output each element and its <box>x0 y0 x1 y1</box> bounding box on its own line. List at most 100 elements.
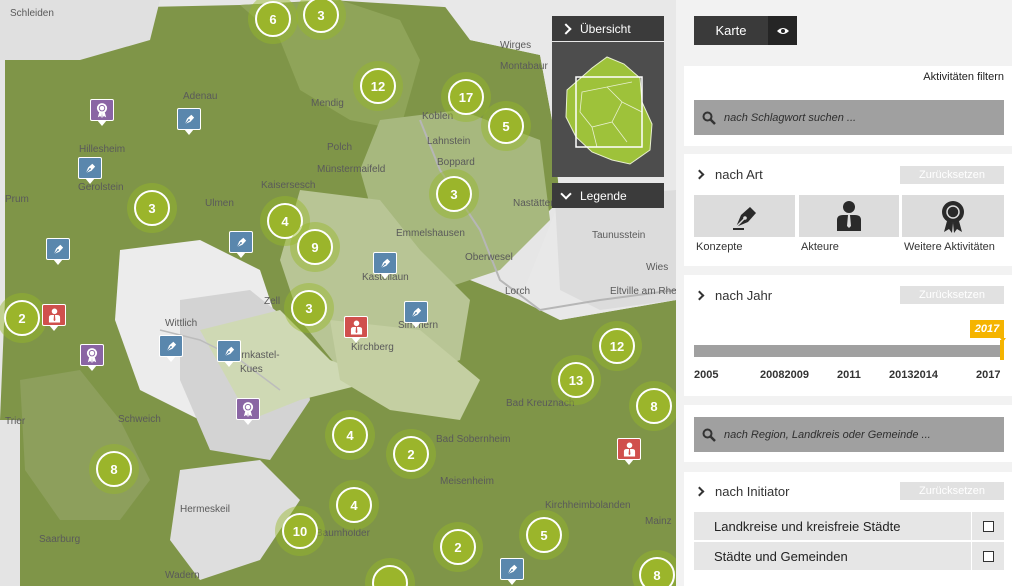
cluster-count: 17 <box>448 79 484 115</box>
marker-tip <box>49 325 59 331</box>
activity-marker-m10[interactable] <box>80 344 104 372</box>
place-label-schweich: Schweich <box>118 414 161 425</box>
cluster-c10[interactable]: 3 <box>284 283 334 333</box>
cluster-c14[interactable]: 8 <box>629 381 676 431</box>
cluster-c5[interactable]: 5 <box>481 101 531 151</box>
overview-toggle[interactable]: Übersicht <box>552 16 664 41</box>
minimap-shape <box>565 56 653 165</box>
legend-toggle[interactable]: Legende <box>552 183 664 208</box>
map-view[interactable]: Schleiden Wirges Montabaur Adenau Mendig Kobl… <box>0 0 676 586</box>
cluster-count: 12 <box>360 68 396 104</box>
region-input[interactable] <box>724 428 994 441</box>
jahr-reset-button[interactable]: Zurücksetzen <box>900 286 1004 304</box>
year-slider-track[interactable] <box>694 345 1004 357</box>
activity-marker-m9[interactable] <box>344 316 368 344</box>
separator <box>971 542 972 570</box>
pen-nib-icon <box>177 108 201 130</box>
filter-heading: Aktivitäten filtern <box>923 71 1004 83</box>
overview-minimap[interactable] <box>552 42 664 177</box>
cluster-c6[interactable]: 3 <box>127 183 177 233</box>
place-label-polch: Polch <box>327 142 353 153</box>
chevron-down-icon <box>560 187 572 200</box>
award-icon <box>90 99 114 121</box>
marker-tip <box>97 120 107 126</box>
activity-marker-m5[interactable] <box>229 231 253 259</box>
place-label-mendig: Mendig <box>311 98 344 109</box>
checkbox[interactable] <box>983 521 994 532</box>
pen-nib-icon <box>373 252 397 274</box>
activity-marker-m14[interactable] <box>617 438 641 466</box>
cluster-count: 3 <box>436 176 472 212</box>
cluster-count: 8 <box>636 388 672 424</box>
place-label-hermeskeil: Hermeskeil <box>180 504 231 515</box>
activity-marker-m6[interactable] <box>373 252 397 280</box>
type-akteure-label: Akteure <box>801 241 839 253</box>
marker-tip <box>236 252 246 258</box>
year-label-2005: 2005 <box>694 369 719 381</box>
cluster-c19[interactable]: 10 <box>275 506 325 556</box>
cluster-c21[interactable]: 2 <box>433 522 483 572</box>
cluster-c7[interactable]: 3 <box>429 169 479 219</box>
region-search[interactable] <box>694 417 1004 452</box>
karte-button[interactable]: Karte <box>694 16 797 45</box>
cluster-c13[interactable]: 13 <box>551 355 601 405</box>
initiator-option-landkreise[interactable]: Landkreise und kreisfreie Städte <box>694 512 1004 540</box>
initiator-reset-button[interactable]: Zurücksetzen <box>900 482 1004 500</box>
cluster-c3[interactable]: 12 <box>353 61 403 111</box>
checkbox[interactable] <box>983 551 994 562</box>
activity-marker-m7[interactable] <box>404 301 428 329</box>
keyword-input[interactable] <box>724 111 994 124</box>
cluster-c15[interactable]: 4 <box>325 410 375 460</box>
person-icon <box>837 201 861 231</box>
search-icon <box>702 428 716 442</box>
art-reset-button[interactable]: Zurücksetzen <box>900 166 1004 184</box>
person-icon <box>617 438 641 460</box>
place-label-meisenheim: Meisenheim <box>440 476 494 487</box>
person-icon <box>344 316 368 338</box>
pen-nib-icon <box>217 340 241 362</box>
activity-marker-m12[interactable] <box>217 340 241 368</box>
cluster-c12[interactable]: 12 <box>592 321 642 371</box>
initiator-option-staedte[interactable]: Städte und Gemeinden <box>694 542 1004 570</box>
place-label-wies: Wies <box>646 262 669 273</box>
cluster-c17[interactable]: 8 <box>89 444 139 494</box>
type-weitere-button[interactable] <box>902 195 1004 237</box>
activity-marker-m4[interactable] <box>46 238 70 266</box>
cluster-count: 8 <box>639 557 675 586</box>
year-slider-handle[interactable] <box>1000 340 1004 360</box>
jahr-toggle[interactable]: nach Jahr <box>694 288 772 303</box>
eye-icon[interactable] <box>768 16 797 45</box>
place-label-lorch: Lorch <box>505 286 531 297</box>
marker-tip <box>184 129 194 135</box>
cluster-c18[interactable]: 4 <box>329 480 379 530</box>
keyword-search[interactable] <box>694 100 1004 135</box>
type-akteure-button[interactable] <box>799 195 899 237</box>
region-section <box>684 405 1012 462</box>
activity-marker-m3[interactable] <box>78 157 102 185</box>
activity-marker-m11[interactable] <box>159 335 183 363</box>
marker-tip <box>224 361 234 367</box>
marker-tip <box>351 337 361 343</box>
activity-marker-m1[interactable] <box>90 99 114 127</box>
cluster-c20[interactable]: 5 <box>519 510 569 560</box>
cluster-count: 4 <box>336 487 372 523</box>
legend-label: Legende <box>580 188 627 203</box>
activity-marker-m13[interactable] <box>236 398 260 426</box>
award-icon <box>236 398 260 420</box>
type-konzepte-button[interactable] <box>694 195 795 237</box>
activity-marker-m15[interactable] <box>500 558 524 586</box>
cluster-count: 6 <box>255 1 291 37</box>
activity-marker-m8[interactable] <box>42 304 66 332</box>
activity-marker-m2[interactable] <box>177 108 201 136</box>
art-toggle[interactable]: nach Art <box>694 167 763 182</box>
place-label-wittlich: Wittlich <box>165 318 198 329</box>
cluster-c16[interactable]: 2 <box>386 429 436 479</box>
cluster-count: 9 <box>297 229 333 265</box>
panel-header: Karte <box>684 0 1012 58</box>
marker-tip <box>53 259 63 265</box>
initiator-toggle[interactable]: nach Initiator <box>694 484 789 499</box>
cluster-c9[interactable]: 9 <box>290 222 340 272</box>
initiator-option-label: Landkreise und kreisfreie Städte <box>714 518 901 534</box>
place-label-trier: Trier <box>5 416 26 427</box>
marker-tip <box>411 322 421 328</box>
